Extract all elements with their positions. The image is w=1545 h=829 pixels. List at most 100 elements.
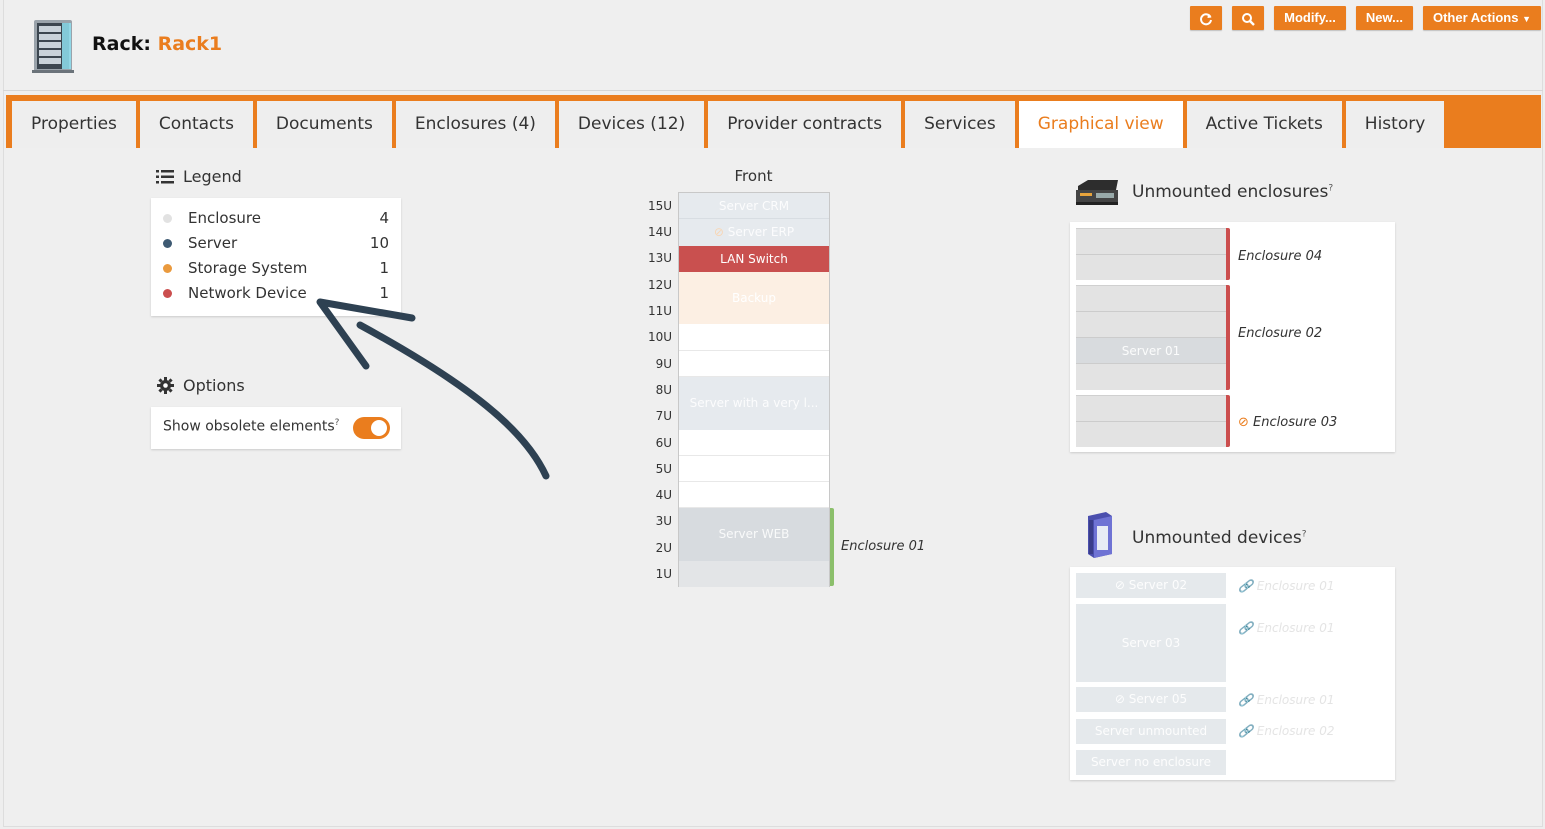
tab-enclosures[interactable]: Enclosures (4) xyxy=(395,101,555,148)
enclosure-link[interactable]: 🔗 Enclosure 02 xyxy=(1238,724,1335,738)
link-icon: 🔗 xyxy=(1238,724,1253,738)
tab-graphical-view[interactable]: Graphical view xyxy=(1018,101,1183,148)
enclosure-03-block[interactable] xyxy=(1076,395,1226,447)
enclosure-01-label[interactable]: Enclosure 01 xyxy=(841,539,925,554)
unit-label: 11U xyxy=(647,304,672,318)
obsolete-icon: ⊘ xyxy=(713,225,728,239)
device-backup-storage[interactable]: Backup xyxy=(679,272,829,324)
rack-front: Server CRM ⊘ Server ERP LAN Switch Backu… xyxy=(678,192,830,587)
unit-label: 8U xyxy=(655,383,672,397)
gear-icon xyxy=(157,377,174,394)
legend-label: Storage System xyxy=(188,259,308,277)
tab-properties[interactable]: Properties xyxy=(12,101,136,148)
tab-active-tickets[interactable]: Active Tickets xyxy=(1186,101,1342,148)
enclosure-link[interactable]: 🔗 Enclosure 01 xyxy=(1238,693,1335,707)
legend-count: 4 xyxy=(379,209,389,227)
caret-down-icon: ▼ xyxy=(1522,14,1531,24)
device-server-erp[interactable]: ⊘ Server ERP xyxy=(679,219,829,246)
enclosure-03-label[interactable]: ⊘ Enclosure 03 xyxy=(1238,415,1337,430)
options-title: Options xyxy=(183,376,245,395)
rack-icon xyxy=(30,18,76,74)
rack-slot-9u xyxy=(679,351,829,377)
tab-services[interactable]: Services xyxy=(905,101,1015,148)
title-prefix: Rack: xyxy=(92,33,158,55)
legend-item-server: Server 10 xyxy=(163,233,389,253)
device-server-long-name[interactable]: Server with a very l... xyxy=(679,377,829,430)
enclosure-04-block[interactable] xyxy=(1076,228,1226,280)
device-server-03[interactable]: Server 03 xyxy=(1076,604,1226,682)
search-button[interactable] xyxy=(1232,6,1265,30)
legend-item-storage-system: Storage System 1 xyxy=(163,258,389,278)
network-color-dot xyxy=(163,289,172,298)
modify-button[interactable]: Modify... xyxy=(1274,6,1346,30)
legend-count: 10 xyxy=(369,234,389,252)
unmounted-devices-title: Unmounted devices xyxy=(1132,528,1302,548)
tab-contacts[interactable]: Contacts xyxy=(139,101,253,148)
device-server-01[interactable]: Server 01 xyxy=(1076,338,1226,364)
tab-bar: Properties Contacts Documents Enclosures… xyxy=(6,95,1541,148)
device-lan-switch[interactable]: LAN Switch xyxy=(679,246,829,272)
other-actions-button[interactable]: Other Actions ▼ xyxy=(1422,6,1541,30)
device-server-05[interactable]: ⊘ Server 05 xyxy=(1076,687,1226,712)
device-server-crm[interactable]: Server CRM xyxy=(679,193,829,219)
title-object-name[interactable]: Rack1 xyxy=(158,33,223,55)
other-actions-label: Other Actions xyxy=(1432,10,1519,25)
tab-provider-contracts[interactable]: Provider contracts xyxy=(708,101,902,148)
enclosure-link-label: Enclosure 01 xyxy=(1256,693,1335,707)
page-header: Rack: Rack1 Modify... New... Other Actio… xyxy=(0,0,1545,90)
enclosure-bar xyxy=(1226,285,1230,390)
annotation-arrow xyxy=(316,298,550,480)
legend-label: Server xyxy=(188,234,238,252)
help-icon[interactable]: ? xyxy=(1302,529,1307,539)
obsolete-icon: ⊘ xyxy=(1238,415,1249,430)
tab-list: Properties Contacts Documents Enclosures… xyxy=(12,101,1445,148)
header-separator xyxy=(3,90,1543,91)
help-icon[interactable]: ? xyxy=(1328,183,1333,193)
storage-color-dot xyxy=(163,264,172,273)
unit-label: 5U xyxy=(655,462,672,476)
rack-slot-5u xyxy=(679,456,829,482)
unmounted-enclosures-heading: Unmounted enclosures? xyxy=(1132,182,1333,202)
unit-label: 1U xyxy=(655,567,672,581)
refresh-icon xyxy=(1200,12,1213,25)
enclosure-02-block[interactable]: Server 01 xyxy=(1076,285,1226,390)
obsolete-icon: ⊘ xyxy=(1114,692,1129,706)
new-button[interactable]: New... xyxy=(1355,6,1413,30)
rack-slot-4u xyxy=(679,482,829,508)
legend-label: Network Device xyxy=(188,284,307,302)
list-icon xyxy=(156,169,174,183)
tab-history[interactable]: History xyxy=(1345,101,1445,148)
link-icon: 🔗 xyxy=(1238,693,1253,707)
refresh-button[interactable] xyxy=(1190,6,1223,30)
tab-documents[interactable]: Documents xyxy=(256,101,392,148)
unit-label: 13U xyxy=(647,251,672,265)
page-title: Rack: Rack1 xyxy=(92,33,222,55)
enclosure-04-label[interactable]: Enclosure 04 xyxy=(1238,249,1322,264)
enclosure-02-label[interactable]: Enclosure 02 xyxy=(1238,326,1322,341)
enclosure-01-block[interactable]: Server WEB xyxy=(679,508,829,587)
enclosure-link[interactable]: 🔗 Enclosure 01 xyxy=(1238,621,1335,635)
enclosure-slot xyxy=(1076,396,1226,422)
unit-label: 12U xyxy=(647,278,672,292)
device-server-web[interactable]: Server WEB xyxy=(679,508,829,561)
unit-label: 3U xyxy=(655,514,672,528)
unmounted-enclosures-panel: Enclosure 04 Server 01 Enclosure 02 ⊘ En… xyxy=(1070,222,1395,452)
unit-label: 15U xyxy=(647,199,672,213)
enclosure-bar xyxy=(1226,395,1230,447)
legend-heading: Legend xyxy=(156,167,242,186)
link-icon: 🔗 xyxy=(1238,579,1253,593)
enclosure-link-label: Enclosure 01 xyxy=(1256,579,1335,593)
enclosure-link[interactable]: 🔗 Enclosure 01 xyxy=(1238,579,1335,593)
enclosure-slot xyxy=(1076,286,1226,312)
device-server-no-enclosure[interactable]: Server no enclosure xyxy=(1076,750,1226,775)
rack-front-label: Front xyxy=(734,167,773,185)
enclosure-slot xyxy=(1076,312,1226,338)
enclosure-link-label: Enclosure 02 xyxy=(1256,724,1335,738)
device-label: Server ERP xyxy=(727,225,795,239)
device-server-unmounted[interactable]: Server unmounted xyxy=(1076,719,1226,744)
tab-devices[interactable]: Devices (12) xyxy=(558,101,705,148)
server-color-dot xyxy=(163,239,172,248)
legend-count: 1 xyxy=(379,259,389,277)
obsolete-icon: ⊘ xyxy=(1114,578,1129,592)
device-server-02[interactable]: ⊘ Server 02 xyxy=(1076,573,1226,598)
